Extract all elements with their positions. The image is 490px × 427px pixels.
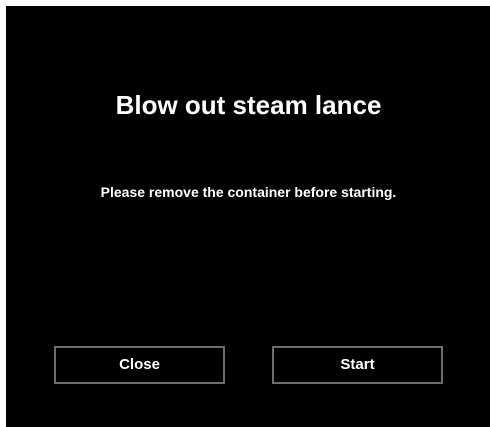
dialog-title: Blow out steam lance — [115, 90, 382, 120]
close-button[interactable]: Close — [54, 346, 225, 384]
start-button[interactable]: Start — [272, 346, 443, 384]
steam-lance-dialog: Blow out steam lance Please remove the c… — [6, 6, 490, 427]
dialog-message: Please remove the container before start… — [100, 184, 397, 200]
